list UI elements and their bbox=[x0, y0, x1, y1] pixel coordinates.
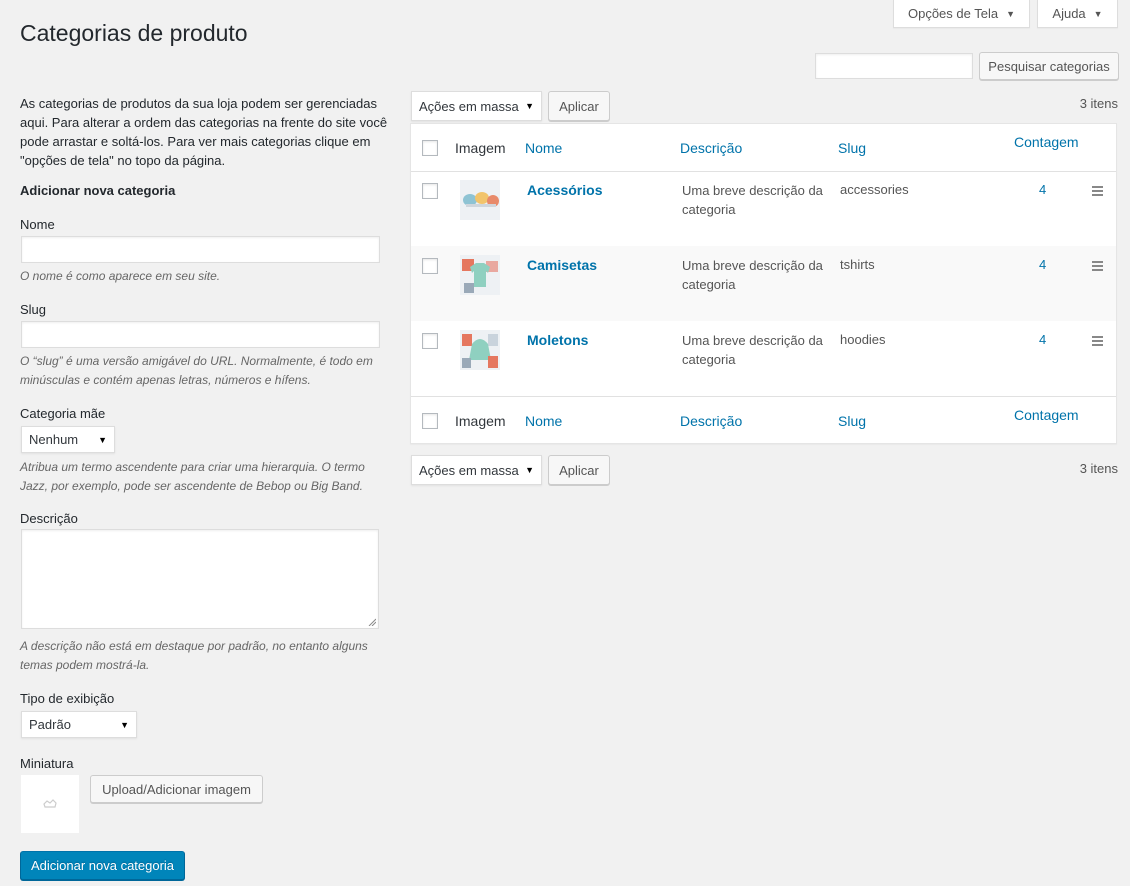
category-name-link[interactable]: Camisetas bbox=[527, 257, 597, 273]
column-image: Imagem bbox=[455, 413, 506, 429]
thumbnail-label: Miniatura bbox=[20, 756, 74, 771]
category-description: Uma breve descrição da categoria bbox=[682, 258, 823, 292]
category-slug: tshirts bbox=[840, 257, 875, 272]
resize-grip-icon[interactable] bbox=[368, 618, 376, 626]
upload-image-button[interactable]: Upload/Adicionar imagem bbox=[90, 775, 263, 803]
screen-options-label: Opções de Tela bbox=[907, 6, 999, 21]
column-name[interactable]: Nome bbox=[525, 140, 562, 156]
category-count-link[interactable]: 4 bbox=[1039, 182, 1046, 197]
column-name[interactable]: Nome bbox=[525, 413, 562, 429]
category-count-link[interactable]: 4 bbox=[1039, 332, 1046, 347]
category-count-link[interactable]: 4 bbox=[1039, 257, 1046, 272]
row-checkbox[interactable] bbox=[422, 333, 438, 349]
category-description: Uma breve descrição da categoria bbox=[682, 183, 823, 217]
column-count[interactable]: Contagem bbox=[1014, 134, 1079, 150]
category-description: Uma breve descrição da categoria bbox=[682, 333, 823, 367]
hoodies-thumbnail bbox=[460, 330, 500, 370]
table-row: Camisetas Uma breve descrição da categor… bbox=[411, 246, 1116, 321]
category-name-link[interactable]: Acessórios bbox=[527, 182, 602, 198]
drag-handle-icon[interactable] bbox=[1092, 336, 1103, 348]
search-categories-button[interactable]: Pesquisar categorias bbox=[979, 52, 1119, 80]
table-row: Acessórios Uma breve descrição da catego… bbox=[411, 171, 1116, 246]
page-title: Categorias de produto bbox=[20, 20, 248, 46]
column-description[interactable]: Descrição bbox=[680, 413, 742, 429]
display-type-value: Padrão bbox=[29, 717, 71, 732]
select-all-checkbox[interactable] bbox=[422, 140, 438, 156]
parent-label: Categoria mãe bbox=[20, 406, 106, 421]
search-input[interactable] bbox=[815, 53, 973, 79]
apply-button-top[interactable]: Aplicar bbox=[548, 91, 610, 121]
parent-category-select[interactable]: Nenhum ▼ bbox=[21, 426, 115, 453]
name-label: Nome bbox=[20, 217, 55, 232]
category-slug: hoodies bbox=[840, 332, 886, 347]
items-count-top: 3 itens bbox=[1079, 96, 1118, 111]
caret-down-icon: ▼ bbox=[525, 465, 534, 475]
drag-handle-icon[interactable] bbox=[1092, 261, 1103, 273]
items-count-bottom: 3 itens bbox=[1079, 461, 1118, 476]
table-footer: Imagem Nome Descrição Slug Contagem bbox=[411, 396, 1116, 444]
caret-down-icon: ▼ bbox=[1093, 8, 1103, 19]
display-type-select[interactable]: Padrão ▼ bbox=[21, 711, 137, 738]
parent-hint: Atribua um termo ascendente para criar u… bbox=[20, 460, 365, 493]
accessories-thumbnail bbox=[460, 180, 500, 220]
row-checkbox[interactable] bbox=[422, 258, 438, 274]
caret-down-icon: ▼ bbox=[98, 434, 107, 445]
categories-table: Imagem Nome Descrição Slug Contagem Aces… bbox=[410, 123, 1117, 444]
table-header: Imagem Nome Descrição Slug Contagem bbox=[411, 124, 1116, 172]
slug-hint: O “slug” é uma versão amigável do URL. N… bbox=[20, 354, 373, 387]
tshirts-thumbnail bbox=[460, 255, 500, 295]
description-hint: A descrição não está em destaque por pad… bbox=[20, 639, 368, 672]
column-slug[interactable]: Slug bbox=[838, 413, 866, 429]
bulk-actions-select-bottom[interactable]: Ações em massa ▼ bbox=[411, 455, 542, 485]
drag-handle-icon[interactable] bbox=[1092, 186, 1103, 198]
row-checkbox[interactable] bbox=[422, 183, 438, 199]
parent-category-value: Nenhum bbox=[29, 432, 79, 447]
description-label: Descrição bbox=[20, 511, 78, 526]
caret-down-icon: ▼ bbox=[525, 101, 534, 111]
slug-field[interactable] bbox=[21, 321, 380, 348]
column-count[interactable]: Contagem bbox=[1014, 407, 1079, 423]
placeholder-image-icon bbox=[43, 799, 57, 808]
description-field[interactable] bbox=[21, 529, 379, 629]
table-row: Moletons Uma breve descrição da categori… bbox=[411, 321, 1116, 396]
caret-down-icon: ▼ bbox=[1006, 8, 1016, 19]
category-name-link[interactable]: Moletons bbox=[527, 332, 588, 348]
slug-label: Slug bbox=[20, 302, 47, 317]
caret-down-icon: ▼ bbox=[120, 719, 129, 730]
name-field[interactable] bbox=[21, 236, 380, 263]
bulk-actions-value: Ações em massa bbox=[419, 98, 519, 114]
column-image: Imagem bbox=[455, 140, 506, 156]
display-type-label: Tipo de exibição bbox=[20, 691, 115, 706]
add-category-title: Adicionar nova categoria bbox=[20, 183, 176, 198]
help-label: Ajuda bbox=[1052, 6, 1086, 21]
column-description[interactable]: Descrição bbox=[680, 140, 742, 156]
add-category-button[interactable]: Adicionar nova categoria bbox=[20, 851, 185, 880]
category-slug: accessories bbox=[840, 182, 909, 197]
help-button[interactable]: Ajuda ▼ bbox=[1037, 0, 1118, 28]
column-slug[interactable]: Slug bbox=[838, 140, 866, 156]
bulk-actions-value: Ações em massa bbox=[419, 462, 519, 478]
screen-options-button[interactable]: Opções de Tela ▼ bbox=[893, 0, 1030, 28]
apply-button-bottom[interactable]: Aplicar bbox=[548, 455, 610, 485]
bulk-actions-select-top[interactable]: Ações em massa ▼ bbox=[411, 91, 542, 121]
name-hint: O nome é como aparece em seu site. bbox=[20, 269, 221, 283]
select-all-checkbox[interactable] bbox=[422, 413, 438, 429]
thumbnail-placeholder bbox=[21, 775, 79, 833]
intro-text: As categorias de produtos da sua loja po… bbox=[20, 96, 388, 168]
